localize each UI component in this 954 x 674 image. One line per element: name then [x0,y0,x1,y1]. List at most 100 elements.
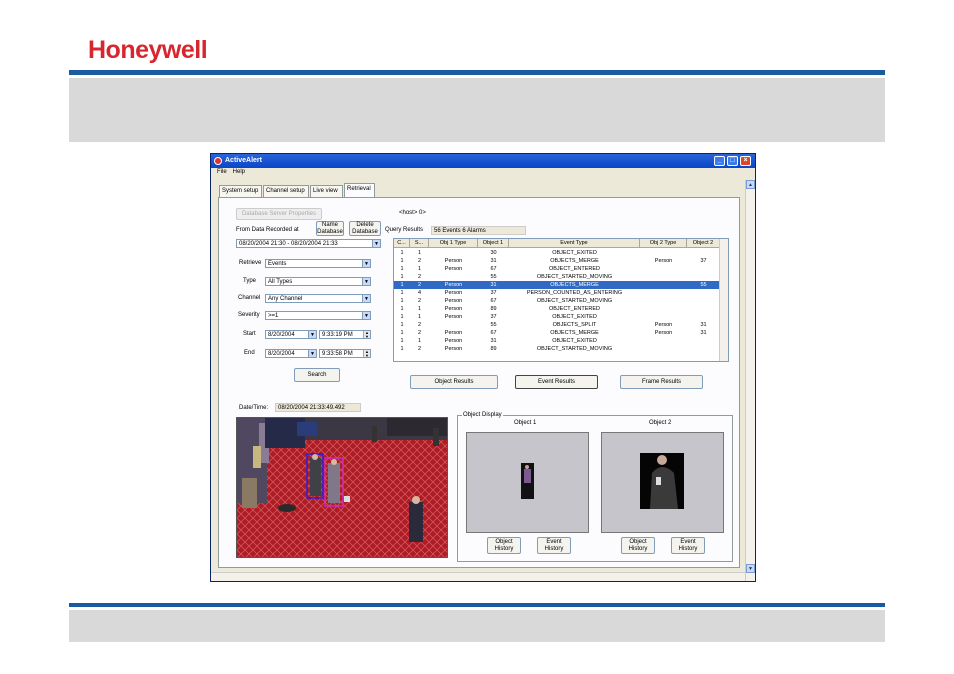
col-header-event-type[interactable]: Event Type [509,239,640,248]
col-header-c[interactable]: C... [394,239,410,248]
table-scrollbar[interactable] [719,239,728,361]
window-title: ActiveAlert [225,157,262,164]
tab-retrieval[interactable]: Retrieval [344,183,375,197]
object1-event-history-button[interactable]: Event History [537,537,571,554]
table-row[interactable]: 1 4 Person 37 PERSON_COUNTED_AS_ENTERING [394,289,720,297]
title-bar[interactable]: ActiveAlert _ □ × [211,154,755,168]
table-cell: 1 [400,306,404,312]
table-row[interactable]: 1 2 Person 31 OBJECTS_MERGE Person 37 [394,257,720,265]
database-server-properties-button[interactable]: Database Server Properties [236,208,322,220]
end-time-spinner[interactable]: 9:33:58 PM ▲ ▼ [319,349,371,358]
delete-database-button[interactable]: Delete Database [349,221,381,236]
search-button[interactable]: Search [294,368,340,382]
spinner-arrows-icon[interactable]: ▲ ▼ [363,350,370,357]
tab-system-setup[interactable]: System setup [219,185,262,197]
chevron-down-icon[interactable]: ▼ [308,331,316,338]
scroll-down-icon[interactable]: ▼ [746,564,755,573]
table-row[interactable]: 1 1 Person 31 OBJECT_EXITED [394,337,720,345]
chevron-down-icon[interactable]: ▼ [362,312,370,319]
table-row[interactable]: 1 2 55 OBJECTS_SPLIT Person 31 [394,321,720,329]
object1-history-button[interactable]: Object History [487,537,521,554]
channel-select[interactable]: Any Channel ▼ [265,294,371,303]
window-horizontal-scrollbar[interactable] [211,572,745,581]
table-cell: OBJECT_STARTED_MOVING [536,346,613,352]
table-cell: 1 [400,266,404,272]
channel-label: Channel [238,295,261,301]
table-cell: Person [444,346,463,352]
table-row[interactable]: 1 2 55 OBJECT_STARTED_MOVING [394,273,720,281]
chevron-down-icon[interactable]: ▼ [362,295,370,302]
table-cell [640,249,687,257]
table-cell: 67 [490,330,497,336]
event-results-button[interactable]: Event Results [515,375,598,389]
table-row[interactable]: 1 2 Person 31 OBJECTS_MERGE 55 [394,281,720,289]
chevron-down-icon[interactable]: ▼ [362,278,370,285]
table-row[interactable]: 1 1 Person 67 OBJECT_ENTERED [394,265,720,273]
col-header-obj2-type[interactable]: Obj 2 Type [640,239,687,248]
table-cell: OBJECTS_MERGE [550,282,599,288]
close-icon[interactable]: × [740,156,751,166]
table-cell: OBJECT_ENTERED [548,306,601,312]
chevron-down-icon[interactable]: ▼ [372,240,380,247]
chevron-down-icon[interactable]: ▼ [308,350,316,357]
col-header-s[interactable]: S... [410,239,429,248]
minimize-icon[interactable]: _ [714,156,725,166]
menu-file[interactable]: File [217,169,227,175]
date-range-select[interactable]: 08/20/2004 21:30 - 08/20/2004 21:33 ▼ [236,239,381,248]
object-results-button[interactable]: Object Results [410,375,498,389]
menu-help[interactable]: Help [233,169,245,175]
maximize-icon[interactable]: □ [727,156,738,166]
object2-history-button[interactable]: Object History [621,537,655,554]
bottom-divider [69,603,885,607]
col-header-object2[interactable]: Object 2 [687,239,720,248]
end-date-value: 8/20/2004 [268,351,295,357]
table-cell: 1 [400,274,404,280]
table-cell: 31 [490,338,497,344]
table-cell [640,313,687,321]
table-cell: 31 [700,330,707,336]
end-time-value: 9:33:58 PM [322,351,353,357]
table-row[interactable]: 1 1 Person 89 OBJECT_ENTERED [394,305,720,313]
type-select[interactable]: All Types ▼ [265,277,371,286]
table-cell: OBJECT_EXITED [552,338,597,344]
table-row[interactable]: 1 2 Person 67 OBJECTS_MERGE Person 31 [394,329,720,337]
table-cell: Person [444,298,463,304]
severity-select[interactable]: >=1 ▼ [265,311,371,320]
table-cell: OBJECT_STARTED_MOVING [536,274,613,280]
scroll-up-icon[interactable]: ▲ [746,180,755,189]
table-row[interactable]: 1 1 30 OBJECT_EXITED [394,249,720,257]
start-date-picker[interactable]: 8/20/2004 ▼ [265,330,317,339]
table-cell: 4 [417,290,422,296]
table-header: C... S... Obj 1 Type Object 1 Event Type… [394,239,720,248]
spinner-arrows-icon[interactable]: ▲ ▼ [363,331,370,338]
window-vertical-scrollbar[interactable]: ▲ ▼ [745,180,755,581]
col-header-object1[interactable]: Object 1 [478,239,509,248]
table-cell [687,297,720,305]
retrieve-select[interactable]: Events ▼ [265,259,371,268]
table-cell: 55 [700,282,707,288]
date-range-value: 08/20/2004 21:30 - 08/20/2004 21:33 [239,241,338,247]
top-divider [69,70,885,75]
table-cell: 1 [417,306,422,312]
tab-live-view[interactable]: Live view [310,185,343,197]
table-cell: PERSON_COUNTED_AS_ENTERING [526,290,623,296]
table-cell: 1 [400,314,404,320]
name-database-button[interactable]: Name Database [316,221,344,236]
table-cell: Person [444,338,463,344]
video-frame [236,417,448,558]
table-cell [429,249,478,257]
table-row[interactable]: 1 2 Person 67 OBJECT_STARTED_MOVING [394,297,720,305]
table-row[interactable]: 1 1 Person 37 OBJECT_EXITED [394,313,720,321]
tab-channel-setup[interactable]: Channel setup [263,185,309,197]
table-row[interactable]: 1 2 Person 89 OBJECT_STARTED_MOVING [394,345,720,353]
chevron-down-icon[interactable]: ▼ [362,260,370,267]
end-date-picker[interactable]: 8/20/2004 ▼ [265,349,317,358]
query-results-value: 56 Events 6 Alarms [431,226,526,235]
col-header-obj1-type[interactable]: Obj 1 Type [429,239,478,248]
object2-event-history-button[interactable]: Event History [671,537,705,554]
object1-label: Object 1 [514,420,537,426]
start-time-spinner[interactable]: 9:33:19 PM ▲ ▼ [319,330,371,339]
results-table[interactable]: C... S... Obj 1 Type Object 1 Event Type… [393,238,729,362]
object-display-title: Object Display [462,412,503,418]
frame-results-button[interactable]: Frame Results [620,375,703,389]
